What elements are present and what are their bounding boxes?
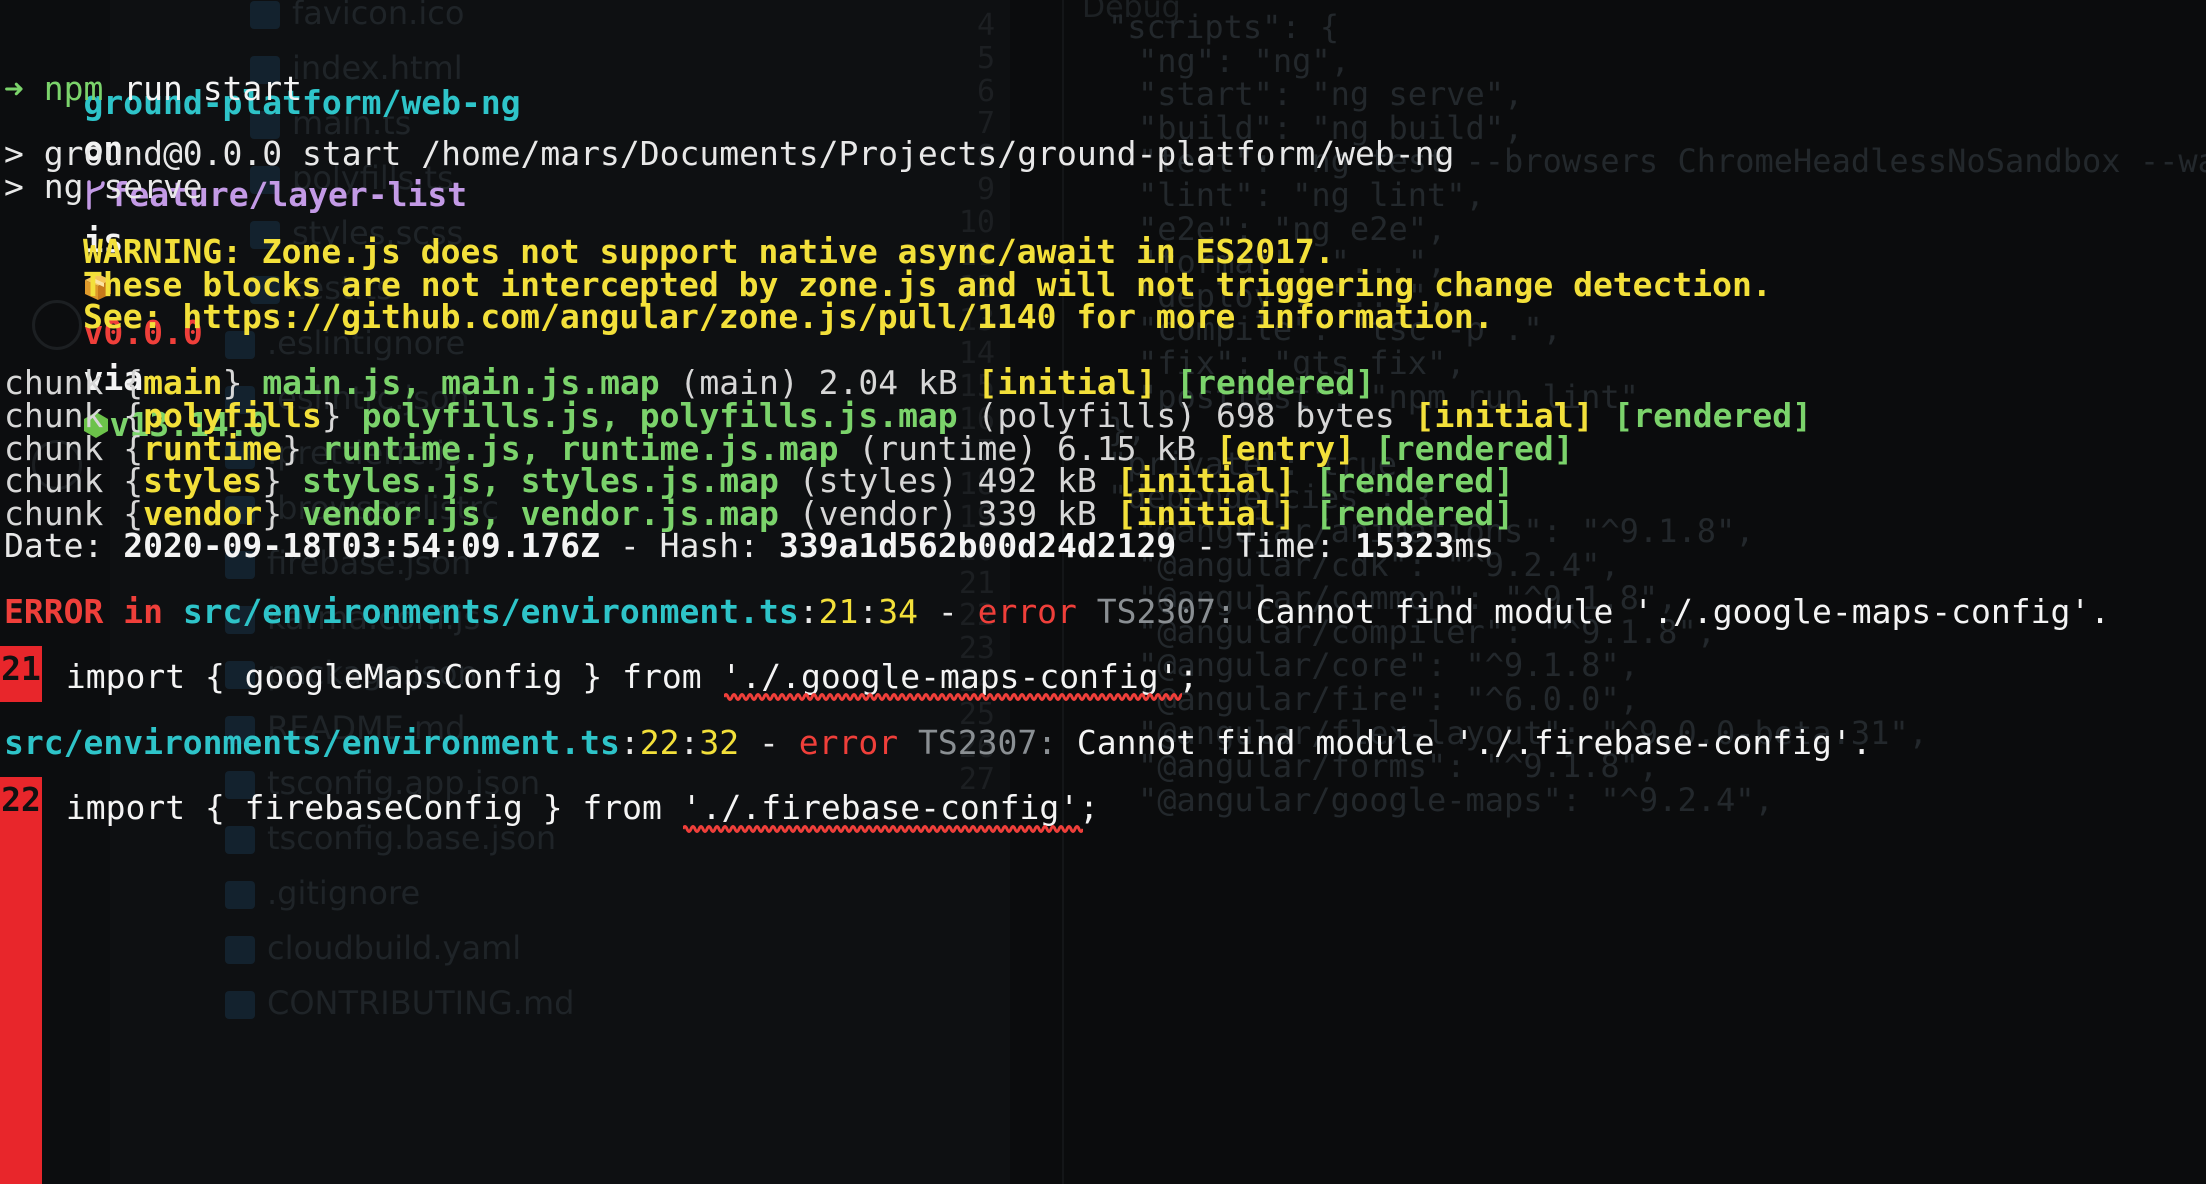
error-dash: - <box>917 592 978 631</box>
time-label: - Time: <box>1176 526 1356 565</box>
error-column: 34 <box>878 592 918 631</box>
build-time-unit: ms <box>1454 526 1495 565</box>
error-pos-sep-2: : <box>679 723 700 762</box>
error-squiggle <box>724 693 1182 701</box>
error-pos-sep: : <box>619 723 640 762</box>
error-line: ERROR in src/environments/environment.ts… <box>4 589 2110 635</box>
error-gutter-bar <box>0 777 42 1184</box>
error-kind: error <box>977 592 1077 631</box>
build-info-line: Date: 2020-09-18T03:54:09.176Z - Hash: 3… <box>4 523 1494 569</box>
error-file: src/environments/environment.ts <box>182 592 799 631</box>
error-pos-sep-2: : <box>858 592 879 631</box>
build-date: 2020-09-18T03:54:09.176Z <box>123 526 601 565</box>
command-program: npm <box>43 69 104 108</box>
build-time: 15323 <box>1355 526 1455 565</box>
warning-line-3: See: https://github.com/angular/zone.js/… <box>83 297 1494 336</box>
chunk-tag-space <box>1593 396 1613 435</box>
error-code: TS2307: <box>898 723 1077 762</box>
date-label: Date: <box>4 526 124 565</box>
command-args: run start <box>103 69 303 108</box>
error-line-number: 21 <box>818 592 859 631</box>
chunk-tag: [rendered] <box>1613 395 1813 435</box>
error-dash: - <box>739 723 799 762</box>
terminal[interactable]: ground-platform/web-ng on feature/layer-… <box>0 0 2206 1184</box>
npm-script-line: > ground@0.0.0 start /home/mars/Document… <box>4 134 1455 173</box>
command-line: ➜ npm run start <box>4 66 302 112</box>
error-code: TS2307: <box>1076 592 1256 631</box>
error-lead: ERROR in <box>4 592 183 631</box>
error-pos-sep: : <box>798 592 819 631</box>
error-gutter-number: 21 <box>0 646 42 692</box>
error-gutter-number: 22 <box>0 777 42 823</box>
hash-label: - Hash: <box>600 526 779 565</box>
error-line: src/environments/environment.ts:22:32 - … <box>4 720 1872 766</box>
build-hash: 339a1d562b00d24d2129 <box>778 526 1177 565</box>
error-kind: error <box>798 723 899 762</box>
npm-ng-line: > ng serve <box>4 167 203 206</box>
error-file: src/environments/environment.ts <box>4 723 620 762</box>
error-line-number: 22 <box>639 723 680 762</box>
error-column: 32 <box>699 723 740 762</box>
error-message: Cannot find module './.firebase-config'. <box>1076 723 1872 762</box>
error-squiggle <box>683 825 1083 833</box>
error-message: Cannot find module './.google-maps-confi… <box>1255 592 2111 631</box>
prompt-arrow: ➜ <box>4 69 24 108</box>
